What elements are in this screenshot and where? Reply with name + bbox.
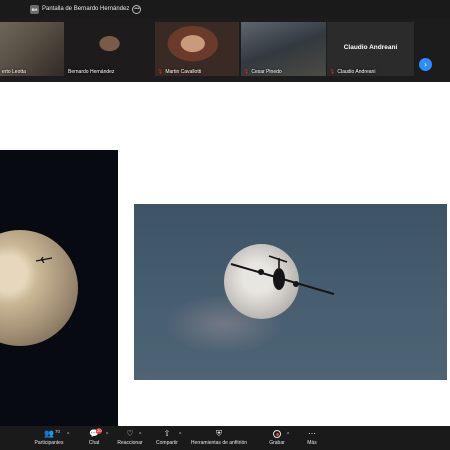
participant-strip: erto Leotta Bernardo Hernández 🎙 Martin C… [0, 18, 450, 94]
participant-display-name: Claudio Andreani [343, 44, 398, 51]
chevron-up-icon[interactable]: ^ [287, 432, 289, 438]
host-tools-button[interactable]: ⛨ Herramientas de anfitrión [188, 429, 250, 446]
participant-video [0, 22, 64, 76]
chevron-up-icon[interactable]: ^ [139, 432, 141, 438]
participant-name: Cesar Pinedo [251, 69, 282, 75]
moon-photo-left [0, 150, 118, 426]
chevron-right-icon: › [424, 60, 427, 69]
participant-name: Martin Cavallotti [165, 69, 202, 75]
ellipsis-icon: ⋯ [308, 429, 316, 438]
chevron-up-icon[interactable]: ^ [179, 432, 181, 438]
participant-tile[interactable]: erto Leotta [0, 22, 64, 76]
airplane-silhouette [230, 255, 334, 295]
record-icon [273, 430, 281, 438]
participants-button[interactable]: 👥 Participantes [32, 429, 66, 446]
shield-icon: ⛨ [216, 429, 222, 438]
share-screen-button[interactable]: ⇧ Compartir [154, 429, 180, 446]
airplane-silhouette [36, 257, 52, 263]
participant-name: Bernardo Hernández [68, 69, 115, 75]
participants-icon: 👥 [44, 429, 54, 438]
participant-name-row: 🎙 Cesar Pinedo [243, 69, 282, 75]
chevron-up-icon[interactable]: ^ [67, 432, 69, 438]
participant-tile[interactable]: 🎙 Cesar Pinedo [241, 22, 326, 76]
ellipsis-icon[interactable]: ••• [132, 4, 142, 14]
moon-image [0, 230, 78, 346]
sharer-avatar-badge: BH [30, 4, 39, 14]
participant-name-row: 🎙 Claudio Andreani [329, 69, 375, 75]
mic-muted-icon: 🎙 [329, 69, 336, 75]
mic-muted-icon: 🎙 [243, 69, 250, 75]
next-page-button[interactable]: › [419, 58, 432, 71]
participant-video [155, 22, 239, 76]
participant-tile[interactable]: 🎙 Martin Cavallotti [155, 22, 239, 76]
participant-name-row: 🎙 Martin Cavallotti [157, 69, 201, 75]
participant-name: Claudio Andreani [337, 69, 376, 75]
record-button[interactable]: Grabar [267, 429, 287, 446]
chevron-up-icon[interactable]: ^ [106, 432, 108, 438]
participant-video [66, 22, 153, 76]
meeting-toolbar: 👥 Participantes 70 ^ 💬 Chat 20 ^ ♡ Reacc… [0, 426, 450, 450]
screen-share-title: Pantalla de Bernardo Hernández [42, 6, 130, 12]
more-button[interactable]: ⋯ Más [303, 429, 321, 446]
participant-tile-active-speaker[interactable]: Bernardo Hernández [66, 22, 153, 76]
participant-name: erto Leotta [2, 69, 26, 75]
moon-plane-photo-right [134, 204, 447, 380]
share-screen-icon: ⇧ [163, 429, 171, 438]
participant-tile-video-off[interactable]: Claudio Andreani 🎙 Claudio Andreani [327, 22, 414, 76]
screen-share-bar: BH Pantalla de Bernardo Hernández ••• [0, 0, 450, 18]
participants-count: 70 [55, 429, 61, 434]
participant-video [241, 22, 326, 76]
mic-muted-icon: 🎙 [157, 69, 164, 75]
